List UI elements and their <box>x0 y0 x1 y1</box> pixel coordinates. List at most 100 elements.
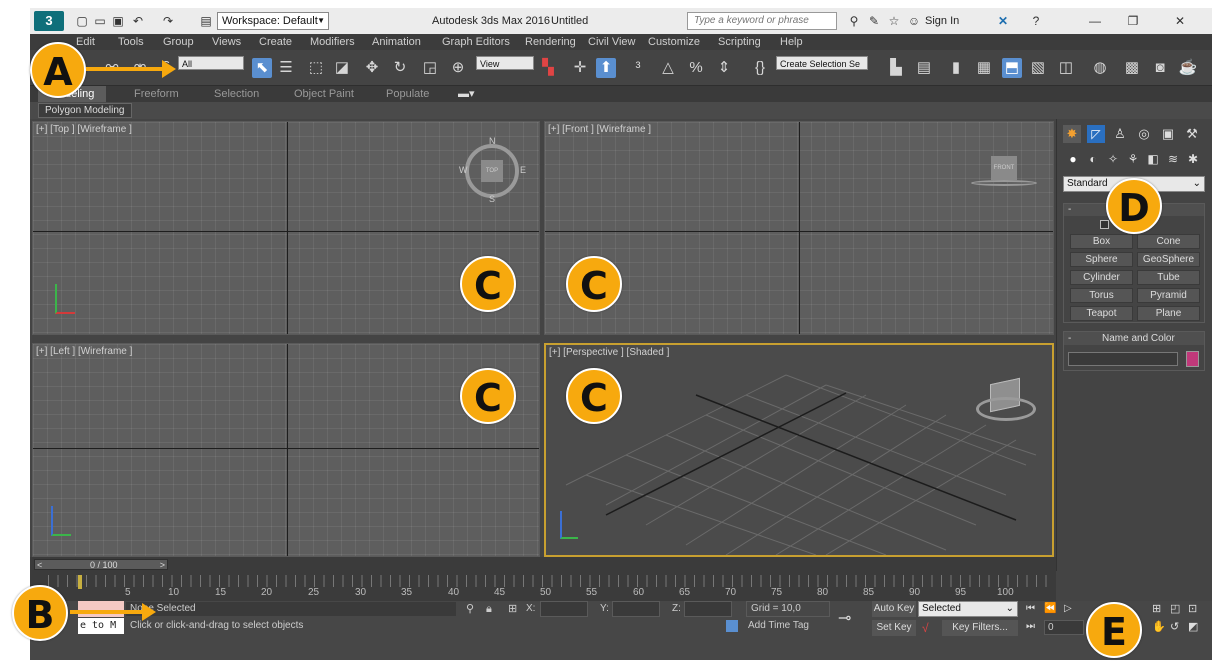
viewport-left[interactable]: [+] [Left ] [Wireframe ] <box>32 343 540 557</box>
viewport-perspective[interactable]: [+] [Perspective ] [Shaded ] <box>544 343 1054 557</box>
spinner-snap-icon[interactable]: ⇕ <box>714 58 734 78</box>
torus-button[interactable]: Torus <box>1070 288 1133 303</box>
key-mode-select[interactable]: Selected ⌄ <box>918 601 1018 617</box>
minimize-button[interactable]: — <box>1080 8 1110 34</box>
shapes-category-icon[interactable]: ◐ <box>1085 151 1101 167</box>
viewport-front[interactable]: [+] [Front ] [Wireframe ] FRONT <box>544 121 1054 335</box>
undo-icon[interactable]: ↶ <box>130 8 146 34</box>
helpers-category-icon[interactable]: ◧ <box>1145 151 1161 167</box>
pivot-center-icon[interactable]: ▚ <box>538 58 558 78</box>
curve-editor-icon[interactable]: ⬒ <box>1002 58 1022 78</box>
auto-key-button[interactable]: Auto Key <box>872 601 916 617</box>
systems-category-icon[interactable]: ✱ <box>1185 151 1201 167</box>
menu-create[interactable]: Create <box>259 34 292 50</box>
key-filters-button[interactable]: Key Filters... <box>942 620 1018 636</box>
polygon-modeling-panel[interactable]: Polygon Modeling <box>38 103 132 118</box>
absolute-mode-icon[interactable]: ⊞ <box>508 602 520 616</box>
menu-rendering[interactable]: Rendering <box>525 34 576 50</box>
pan-view-icon[interactable]: ✋ <box>1152 620 1166 634</box>
modify-tab-icon[interactable]: ◸ <box>1087 125 1105 143</box>
object-name-input[interactable] <box>1068 352 1178 366</box>
app-logo-icon[interactable]: 3 <box>34 11 64 31</box>
set-key-button[interactable]: Set Key <box>872 620 916 636</box>
display-tab-icon[interactable]: ▣ <box>1159 125 1177 143</box>
set-key-filter-icon[interactable]: ⊸ <box>838 609 864 629</box>
menu-animation[interactable]: Animation <box>372 34 421 50</box>
menu-modifiers[interactable]: Modifiers <box>310 34 355 50</box>
close-button[interactable]: ✕ <box>1160 8 1200 34</box>
previous-frame-icon[interactable]: ⏪ <box>1044 602 1058 616</box>
edit-named-selection-icon[interactable]: {} <box>750 58 770 78</box>
rollout-header[interactable]: - Name and Color <box>1064 332 1204 345</box>
exchange-apps-icon[interactable]: ✕ <box>992 8 1014 34</box>
snaps-toggle-icon[interactable]: ³ <box>628 58 648 78</box>
window-crossing-icon[interactable]: ◪ <box>332 58 352 78</box>
viewcube-ring[interactable] <box>971 180 1037 186</box>
cameras-category-icon[interactable]: ⚘ <box>1125 151 1141 167</box>
spacewarps-category-icon[interactable]: ≋ <box>1165 151 1181 167</box>
mirror-icon[interactable]: ▙ <box>886 58 906 78</box>
slider-prev-arrow[interactable]: < <box>37 560 42 570</box>
viewport-top[interactable]: [+] [Top ] [Wireframe ] TOP N S W E <box>32 121 540 335</box>
percent-snap-icon[interactable]: % <box>686 58 706 78</box>
menu-edit[interactable]: Edit <box>76 34 95 50</box>
time-slider[interactable]: < 0 / 100 > <box>34 559 168 570</box>
maximize-toggle-icon[interactable]: ◩ <box>1188 620 1202 634</box>
key-mode-toggle-icon[interactable]: ⏭ <box>1026 620 1040 634</box>
box-button[interactable]: Box <box>1070 234 1133 249</box>
layer-explorer-icon[interactable]: ▮ <box>946 58 966 78</box>
open-file-icon[interactable]: ▭ <box>92 8 108 34</box>
select-by-name-icon[interactable]: ☰ <box>276 58 296 78</box>
scale-icon[interactable]: ◲ <box>420 58 440 78</box>
geosphere-button[interactable]: GeoSphere <box>1137 252 1200 267</box>
add-time-tag-icon[interactable] <box>726 620 738 632</box>
render-production-icon[interactable]: ◙ <box>1150 58 1170 78</box>
help-icon[interactable]: ? <box>1028 8 1044 34</box>
track-bar[interactable] <box>48 575 1048 587</box>
place-icon[interactable]: ⊕ <box>448 58 468 78</box>
lights-category-icon[interactable]: ✧ <box>1105 151 1121 167</box>
communication-center-icon[interactable]: ✎ <box>866 8 882 34</box>
play-icon[interactable]: ▷ <box>1064 602 1078 616</box>
field-of-view-icon[interactable]: ◰ <box>1170 602 1184 616</box>
current-frame-input[interactable]: 0 <box>1044 620 1084 635</box>
slider-next-arrow[interactable]: > <box>160 560 165 570</box>
align-icon[interactable]: ▤ <box>914 58 934 78</box>
autogrid-checkbox[interactable] <box>1100 220 1109 229</box>
binoculars-icon[interactable]: ⚲ <box>846 8 862 34</box>
named-selection-set-select[interactable]: Create Selection Se <box>776 56 868 70</box>
reference-coordinate-select[interactable]: View <box>476 56 534 70</box>
viewcube-top-face[interactable]: TOP <box>481 160 503 182</box>
render-teapot-icon[interactable]: ☕ <box>1178 58 1198 78</box>
move-icon[interactable]: ✥ <box>362 58 382 78</box>
utilities-tab-icon[interactable]: ⚒ <box>1183 125 1201 143</box>
user-icon[interactable]: ☺ <box>906 8 922 34</box>
tab-populate[interactable]: Populate <box>386 86 429 102</box>
project-folder-icon[interactable]: ▤ <box>198 8 214 34</box>
ribbon-options-icon[interactable]: ▬▾ <box>458 86 475 102</box>
menu-customize[interactable]: Customize <box>648 34 700 50</box>
workspace-select[interactable]: Workspace: Default ▼ <box>217 12 329 30</box>
sign-in-link[interactable]: Sign In <box>925 8 959 34</box>
viewport-front-label[interactable]: [+] [Front ] [Wireframe ] <box>548 124 651 135</box>
go-to-start-icon[interactable]: ⏮ <box>1026 602 1040 616</box>
sphere-button[interactable]: Sphere <box>1070 252 1133 267</box>
cone-button[interactable]: Cone <box>1137 234 1200 249</box>
maximize-viewport-icon[interactable]: ⊡ <box>1188 602 1202 616</box>
key-curve-icon[interactable]: √ <box>922 620 936 636</box>
save-file-icon[interactable]: ▣ <box>110 8 126 34</box>
orbit-icon[interactable]: ↺ <box>1170 620 1184 634</box>
search-input[interactable]: Type a keyword or phrase <box>687 12 837 30</box>
rotate-icon[interactable]: ↻ <box>390 58 410 78</box>
menu-group[interactable]: Group <box>163 34 194 50</box>
maxscript-mini-listener[interactable]: e to M <box>78 618 124 634</box>
menu-scripting[interactable]: Scripting <box>718 34 761 50</box>
viewport-top-label[interactable]: [+] [Top ] [Wireframe ] <box>36 124 132 135</box>
hierarchy-tab-icon[interactable]: ♙ <box>1111 125 1129 143</box>
new-file-icon[interactable]: ▢ <box>74 8 90 34</box>
schematic-view-icon[interactable]: ▧ <box>1028 58 1048 78</box>
y-coordinate-input[interactable] <box>612 601 660 617</box>
keyboard-shortcut-override-icon[interactable]: ⬆ <box>596 58 616 78</box>
rendered-frame-window-icon[interactable]: ▩ <box>1122 58 1142 78</box>
selection-filter-select[interactable]: All <box>178 56 244 70</box>
